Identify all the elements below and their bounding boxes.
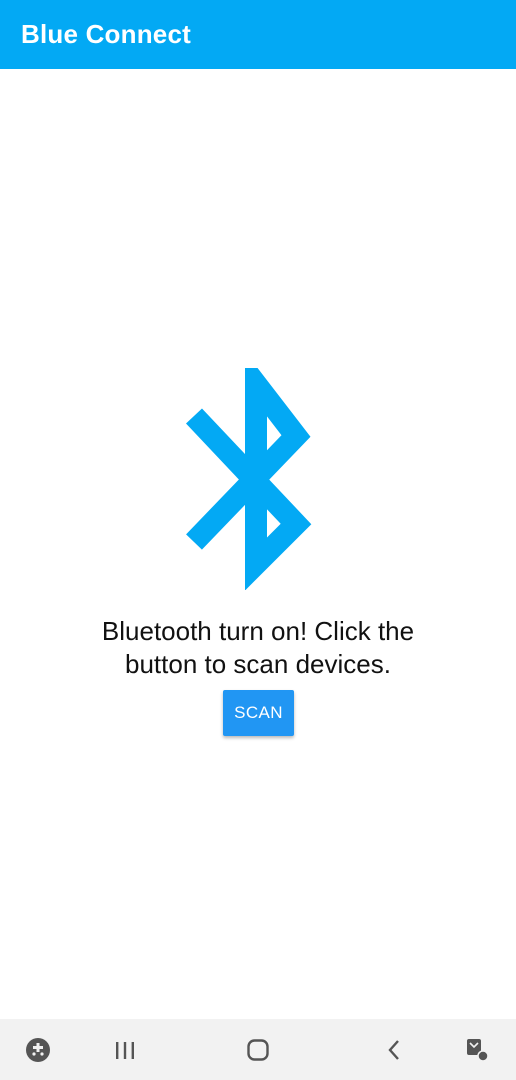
- scan-button[interactable]: SCAN: [223, 690, 294, 736]
- system-navigation-bar: [0, 1019, 516, 1080]
- app-bar: Blue Connect: [0, 0, 516, 69]
- game-launcher-button[interactable]: [16, 1019, 60, 1080]
- screen-capture-button[interactable]: [456, 1019, 500, 1080]
- back-icon: [388, 1039, 399, 1060]
- status-message-line-2: button to scan devices.: [125, 649, 391, 679]
- status-message-line-1: Bluetooth turn on! Click the: [101, 616, 415, 646]
- back-button[interactable]: [372, 1019, 416, 1080]
- home-button[interactable]: [236, 1019, 280, 1080]
- bluetooth-icon: [186, 368, 312, 590]
- recent-apps-button[interactable]: [103, 1019, 147, 1080]
- home-icon: [247, 1038, 269, 1061]
- recent-apps-icon: [116, 1041, 134, 1059]
- screen-capture-icon: [467, 1038, 489, 1062]
- status-message: Bluetooth turn on! Click the button to s…: [0, 615, 516, 681]
- app-title: Blue Connect: [21, 19, 191, 49]
- game-launcher-icon: [26, 1037, 50, 1062]
